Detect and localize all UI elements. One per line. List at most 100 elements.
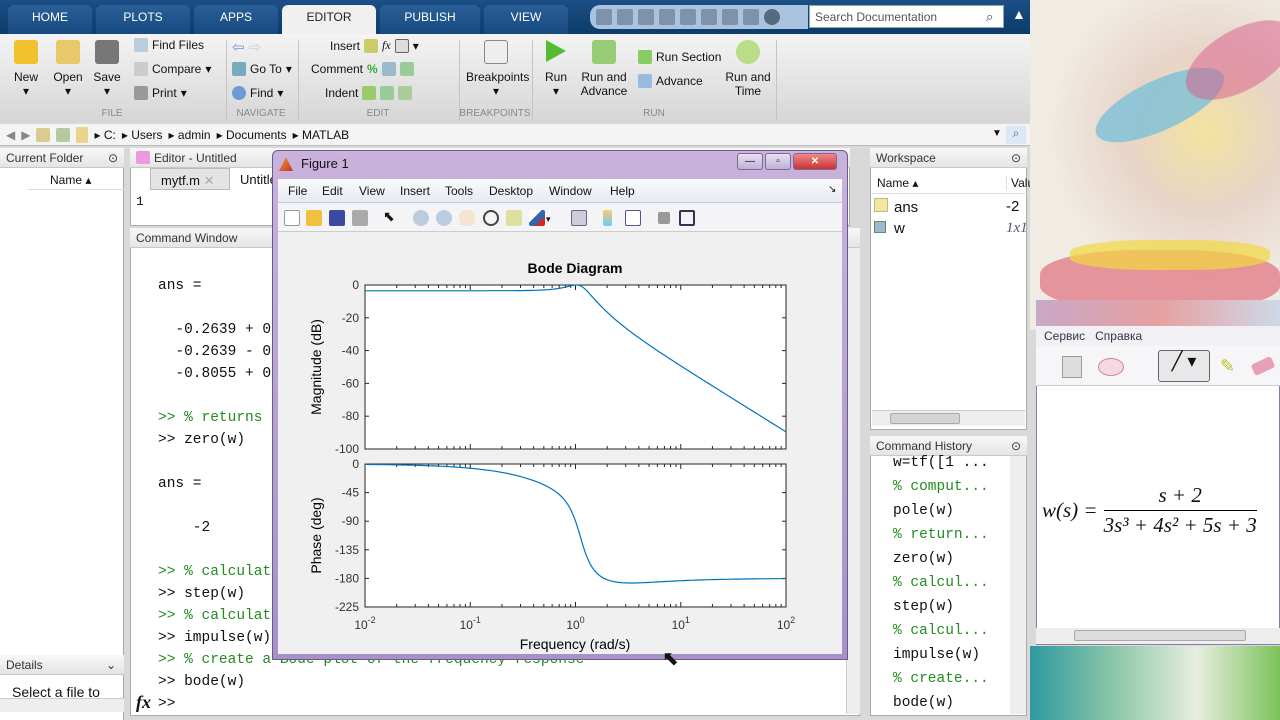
run-and-time-button[interactable]: Run and Time [724, 40, 772, 98]
data-cursor-icon[interactable] [506, 210, 522, 226]
pen-tool-button[interactable]: ╱ ▾ [1158, 350, 1210, 382]
search-icon[interactable]: ⌕ [986, 9, 993, 25]
zoom-in-icon[interactable] [413, 210, 429, 226]
close-tab-icon[interactable]: ✕ [204, 173, 215, 188]
search-folder-icon[interactable]: ⌕ [1006, 126, 1026, 144]
indent-button[interactable]: Indent [325, 86, 413, 100]
name-column-header[interactable]: Name ▴ [28, 172, 124, 190]
new-figure-icon[interactable] [284, 210, 300, 226]
tab-editor[interactable]: EDITOR [282, 5, 376, 34]
up-folder-icon[interactable] [36, 127, 51, 142]
path-segment[interactable]: ▸ MATLAB [293, 128, 349, 142]
path-segment[interactable]: ▸ Documents [217, 128, 287, 142]
show-plot-tools-icon[interactable] [679, 210, 695, 226]
formula-hscrollbar[interactable] [1036, 628, 1280, 644]
bode-diagram[interactable]: Bode Diagram 0 -20 -40 -60 -80 -100 Magnitude (… [278, 233, 842, 654]
new-script-icon[interactable] [596, 9, 612, 25]
email-icon[interactable] [1098, 358, 1124, 376]
open-button[interactable]: Open ▾ [50, 40, 86, 98]
menu-window[interactable]: Window [549, 184, 592, 198]
find-files-button[interactable]: Find Files [134, 38, 204, 52]
copy-icon[interactable] [1062, 356, 1082, 378]
menu-view[interactable]: View [359, 184, 385, 198]
hide-plot-tools-icon[interactable] [658, 212, 670, 224]
eraser-icon[interactable] [1250, 355, 1276, 377]
menu-desktop[interactable]: Desktop [489, 184, 533, 198]
history-item[interactable]: % calcul... [893, 575, 989, 591]
legend-icon[interactable] [625, 210, 641, 226]
edit-plot-cursor-icon[interactable]: ⬉ [383, 208, 399, 224]
search-documentation-input[interactable]: Search Documentation [809, 5, 1004, 28]
close-button[interactable]: ✕ [793, 153, 837, 170]
history-item[interactable]: % calcul... [893, 623, 989, 639]
save-button[interactable]: Save ▾ [90, 40, 124, 98]
history-item[interactable]: impulse(w) [893, 647, 980, 663]
history-item[interactable]: bode(w) [893, 695, 954, 711]
back-forward-icons[interactable]: ⇦ ⇨ [232, 38, 261, 56]
help-icon[interactable] [764, 9, 780, 25]
colorbar-icon[interactable] [603, 210, 612, 226]
panel-menu-icon[interactable]: ⊙ [108, 151, 118, 165]
menu-edit[interactable]: Edit [322, 184, 343, 198]
workspace-column-header[interactable]: Name ▴ Valu [872, 172, 1034, 194]
tab-plots[interactable]: PLOTS [96, 5, 190, 34]
zoom-out-icon[interactable] [436, 210, 452, 226]
redo-icon[interactable] [722, 9, 738, 25]
menu-help[interactable]: Справка [1095, 329, 1142, 343]
tab-home[interactable]: HOME [8, 5, 92, 34]
back-icon[interactable]: ◀ [6, 128, 15, 142]
brush-icon[interactable] [529, 210, 545, 226]
workspace-var-row[interactable]: ans -2 [872, 198, 1027, 218]
menu-tools[interactable]: Tools [445, 184, 473, 198]
details-header[interactable]: Details ⌄ [0, 655, 124, 675]
command-prompt[interactable]: >> [158, 696, 175, 712]
details-scrollbar[interactable] [0, 698, 124, 712]
pan-hand-icon[interactable] [459, 210, 475, 226]
print-figure-icon[interactable] [352, 210, 368, 226]
menu-insert[interactable]: Insert [400, 184, 430, 198]
goto-button[interactable]: Go To ▾ [232, 62, 292, 76]
link-plot-icon[interactable] [571, 210, 587, 226]
tab-publish[interactable]: PUBLISH [380, 5, 480, 34]
panel-menu-icon[interactable]: ⊙ [1011, 151, 1021, 165]
run-and-advance-button[interactable]: Run and Advance [580, 40, 628, 98]
run-button[interactable]: Run ▾ [540, 40, 572, 98]
minimize-button[interactable]: — [737, 153, 763, 170]
path-dropdown-icon[interactable]: ▼ [992, 128, 1002, 139]
save-figure-icon[interactable] [329, 210, 345, 226]
new-button[interactable]: New ▾ [8, 40, 44, 98]
breakpoints-button[interactable]: Breakpoints ▾ [466, 40, 529, 98]
history-item[interactable]: % create... [893, 671, 989, 687]
history-item[interactable]: w=tf([1 ... [893, 455, 989, 471]
print-button[interactable]: Print ▾ [134, 86, 187, 100]
rotate-3d-icon[interactable] [483, 210, 499, 226]
menu-help[interactable]: Help [610, 184, 635, 198]
maximize-button[interactable]: ▫ [765, 153, 791, 170]
run-section-button[interactable]: Run Section [638, 50, 721, 64]
tab-apps[interactable]: APPS [194, 5, 278, 34]
paste-icon[interactable] [680, 9, 696, 25]
function-browser-icon[interactable]: fx [136, 692, 151, 713]
brush-dropdown-icon[interactable]: ▾ [546, 214, 562, 230]
collapse-toolstrip-icon[interactable]: ▲ [1012, 6, 1026, 22]
open-file-icon[interactable] [306, 210, 322, 226]
menu-service[interactable]: Сервис [1044, 329, 1085, 343]
tab-view[interactable]: VIEW [484, 5, 568, 34]
forward-icon[interactable]: ▶ [21, 128, 30, 142]
tab-mytf[interactable]: mytf.m ✕ [150, 168, 230, 190]
workspace-var-row[interactable]: w 1x1 [872, 220, 1028, 240]
history-item[interactable]: step(w) [893, 599, 954, 615]
cut-icon[interactable] [638, 9, 654, 25]
browse-folder-icon[interactable] [56, 127, 71, 142]
workspace-hscrollbar[interactable] [872, 410, 1025, 426]
history-scrollbar[interactable] [1010, 456, 1026, 714]
path-segment[interactable]: ▸ Users [122, 128, 163, 142]
command-window-scrollbar[interactable] [846, 248, 860, 714]
panel-menu-icon[interactable]: ⊙ [1011, 439, 1021, 453]
path-segment[interactable]: ▸ C: [94, 128, 115, 142]
undo-icon[interactable] [701, 9, 717, 25]
compare-button[interactable]: Compare ▾ [134, 62, 211, 76]
history-item[interactable]: zero(w) [893, 551, 954, 567]
advance-button[interactable]: Advance [638, 74, 703, 88]
history-item[interactable]: % return... [893, 527, 989, 543]
